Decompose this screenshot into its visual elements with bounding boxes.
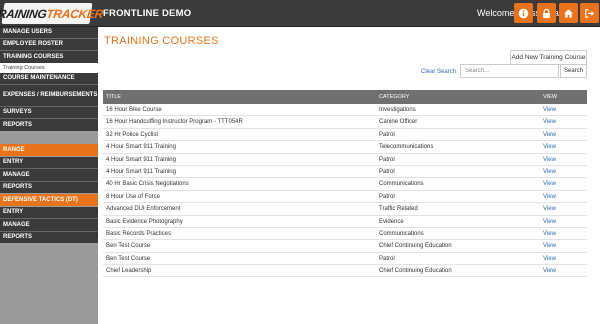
sidebar-item-manage-users[interactable]: MANAGE USERS — [0, 27, 98, 38]
course-category-cell: Telecommunications — [379, 144, 434, 151]
sidebar-subitem-training-courses[interactable]: Training Courses — [0, 63, 98, 73]
view-link[interactable]: View — [543, 228, 556, 240]
sidebar-item-dt-entry[interactable]: ENTRY — [0, 207, 98, 218]
sidebar-item-surveys[interactable]: SURVEYS — [0, 107, 98, 118]
table-row: 4 Hour Smart 911 Training Telecommunicati… — [103, 141, 587, 154]
logo-suffix: TRACKER — [45, 6, 105, 21]
search-input[interactable] — [460, 64, 559, 78]
table-row: Basic Records Practices Communications Vie… — [103, 228, 587, 241]
sidebar-item-range-manage[interactable]: MANAGE — [0, 169, 98, 181]
view-link[interactable]: View — [543, 203, 556, 215]
sidebar-item-employee-roster[interactable]: EMPLOYEE ROSTER — [0, 39, 98, 50]
training-tracker-logo[interactable]: TRAININGTRACKER — [0, 3, 104, 24]
course-title-cell: Ben Test Course — [106, 255, 151, 262]
home-button[interactable] — [559, 3, 578, 23]
course-category-cell: Communications — [379, 230, 424, 237]
view-link[interactable]: View — [543, 154, 556, 166]
course-title-cell: 16 Hour Handcuffing Instructor Program -… — [106, 119, 243, 126]
table-row: 4 Hour Smart 911 Training Patrol View — [103, 166, 587, 179]
home-icon — [563, 8, 574, 18]
logout-icon — [585, 8, 595, 18]
sidebar-item-range-reports[interactable]: REPORTS — [0, 182, 98, 193]
course-category-cell: Patrol — [379, 168, 395, 175]
table-row: 32 Hr Police Cyclist Patrol View — [103, 129, 587, 142]
clear-search-link[interactable]: Clear Search — [421, 69, 456, 75]
table-row: 40 Hr Basic Crisis Negotiations Communica… — [103, 178, 587, 191]
sidebar-section-range[interactable]: RANGE — [0, 144, 98, 156]
view-link[interactable]: View — [543, 178, 556, 190]
sidebar-item-training-courses[interactable]: TRAINING COURSES — [0, 51, 98, 63]
course-category-cell: Evidence — [379, 218, 404, 225]
table-row: 16 Hour Bike Course Investigations View — [103, 104, 587, 117]
view-link[interactable]: View — [543, 166, 556, 178]
course-category-cell: Traffic Related — [379, 206, 418, 213]
table-header: TITLE CATEGORY VIEW — [103, 90, 587, 104]
course-title-cell: 40 Hr Basic Crisis Negotiations — [106, 181, 189, 188]
course-category-cell: Canine Officer — [379, 119, 418, 126]
lock-button[interactable] — [537, 3, 556, 23]
view-link[interactable]: View — [543, 191, 556, 203]
table-body: 16 Hour Bike Course Investigations View 16 … — [103, 104, 587, 278]
course-title-cell: 8 Hour Use of Force — [106, 193, 161, 200]
course-title-cell: 4 Hour Smart 911 Training — [106, 144, 176, 151]
lock-icon — [543, 8, 550, 18]
sidebar-item-dt-reports[interactable]: REPORTS — [0, 232, 98, 243]
course-category-cell: Communications — [379, 181, 424, 188]
column-header-view: VIEW — [543, 94, 558, 100]
training-courses-table: TITLE CATEGORY VIEW 16 Hour Bike Course I… — [103, 90, 587, 278]
course-category-cell: Investigations — [379, 107, 416, 113]
sidebar-item-expenses-reimbursements[interactable]: EXPENSES / REIMBURSEMENTS — [0, 85, 98, 106]
logo-prefix: TRAINING — [0, 6, 48, 21]
course-category-cell: Chief Continuing Education — [379, 268, 452, 275]
table-row: Advanced DUI Enforcement Traffic Related V… — [103, 203, 587, 216]
table-row: 4 Hour Smart 911 Training Patrol View — [103, 154, 587, 166]
logout-button[interactable] — [580, 3, 599, 23]
table-row: Ben Test Course Patrol View — [103, 253, 587, 266]
sidebar: MANAGE USERS EMPLOYEE ROSTER TRAINING CO… — [0, 27, 98, 324]
table-row: 8 Hour Use of Force Patrol View — [103, 191, 587, 204]
view-link[interactable]: View — [543, 104, 556, 116]
view-link[interactable]: View — [543, 129, 556, 141]
course-title-cell: Basic Evidence Photography — [106, 218, 183, 225]
course-title-cell: Advanced DUI Enforcement — [106, 206, 181, 213]
table-row: Ben Test Course Chief Continuing Educatio… — [103, 240, 587, 253]
view-link[interactable]: View — [543, 116, 556, 128]
course-title-cell: 32 Hr Police Cyclist — [106, 131, 159, 138]
page-title: TRAINING COURSES — [104, 35, 219, 47]
course-title-cell: 16 Hour Bike Course — [106, 107, 162, 113]
view-link[interactable]: View — [543, 253, 556, 265]
sidebar-item-course-maintenance[interactable]: COURSE MAINTENANCE — [0, 73, 98, 84]
course-title-cell: 4 Hour Smart 911 Training — [106, 168, 176, 175]
view-link[interactable]: View — [543, 141, 556, 153]
course-category-cell: Chief Continuing Education — [379, 243, 452, 250]
info-icon — [518, 8, 529, 18]
add-new-training-course-button[interactable]: Add New Training Course — [510, 50, 587, 65]
table-row: Basic Evidence Photography Evidence View — [103, 216, 587, 228]
info-button[interactable] — [514, 3, 533, 23]
course-category-cell: Patrol — [379, 193, 395, 200]
table-row: 16 Hour Handcuffing Instructor Program -… — [103, 116, 587, 129]
course-title-cell: Basic Records Practices — [106, 230, 172, 237]
view-link[interactable]: View — [543, 265, 556, 277]
course-category-cell: Patrol — [379, 131, 395, 138]
table-row: Chief Leadership Chief Continuing Educati… — [103, 265, 587, 278]
course-category-cell: Patrol — [379, 156, 395, 163]
organization-name: FRONTLINE DEMO — [103, 8, 192, 19]
sidebar-section-defensive-tactics[interactable]: DEFENSIVE TACTICS (DT) — [0, 194, 98, 206]
sidebar-item-reports[interactable]: REPORTS — [0, 119, 98, 131]
search-button[interactable]: Search — [560, 64, 587, 78]
course-title-cell: 4 Hour Smart 911 Training — [106, 156, 176, 163]
sidebar-item-dt-manage[interactable]: MANAGE — [0, 219, 98, 231]
view-link[interactable]: View — [543, 216, 556, 228]
column-header-title[interactable]: TITLE — [106, 90, 121, 104]
course-title-cell: Ben Test Course — [106, 243, 151, 250]
sidebar-item-range-entry[interactable]: ENTRY — [0, 157, 98, 168]
column-header-category[interactable]: CATEGORY — [379, 90, 409, 104]
course-title-cell: Chief Leadership — [106, 268, 152, 275]
top-bar: TRAININGTRACKER FRONTLINE DEMO Welcome: … — [0, 0, 600, 27]
course-category-cell: Patrol — [379, 255, 395, 262]
view-link[interactable]: View — [543, 240, 556, 252]
